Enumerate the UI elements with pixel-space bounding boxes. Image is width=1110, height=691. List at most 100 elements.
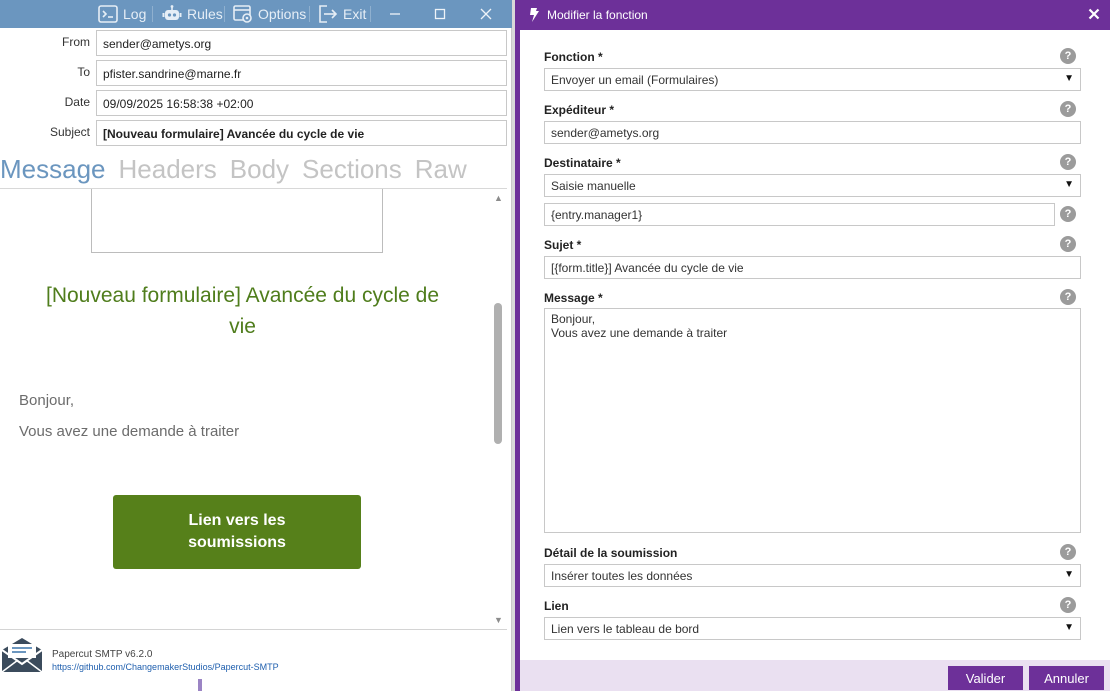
- subject-label: Subject: [49, 125, 90, 139]
- to-label: To: [77, 65, 90, 79]
- help-icon[interactable]: ?: [1060, 206, 1076, 222]
- robot-icon: [162, 5, 182, 20]
- function-icon: [530, 8, 539, 22]
- papercut-footer: Papercut SMTP v6.2.0 https://github.com/…: [0, 629, 507, 679]
- message-label: Message *: [544, 291, 603, 305]
- dialog-title: Modifier la fonction: [547, 8, 648, 22]
- close-icon: [1088, 8, 1100, 20]
- expediteur-value: sender@ametys.org: [551, 126, 660, 140]
- help-icon[interactable]: ?: [1060, 289, 1076, 305]
- sujet-input[interactable]: [{form.title}] Avancée du cycle de vie: [544, 256, 1081, 279]
- message-preview: [Nouveau formulaire] Avancée du cycle de…: [0, 189, 490, 629]
- papercut-logo-icon: [1, 638, 43, 673]
- to-row: To pfister.sandrine@marne.fr: [0, 60, 512, 86]
- subject-field[interactable]: [Nouveau formulaire] Avancée du cycle de…: [96, 120, 507, 146]
- log-label: Log: [123, 6, 147, 22]
- help-icon[interactable]: ?: [1060, 544, 1076, 560]
- lien-value: Lien vers le tableau de bord: [551, 622, 700, 636]
- detail-select[interactable]: Insérer toutes les données ▼: [544, 564, 1081, 587]
- mail-greeting: Bonjour,: [19, 392, 75, 409]
- project-link[interactable]: https://github.com/ChangemakerStudios/Pa…: [52, 662, 279, 672]
- tab-body[interactable]: Body: [230, 154, 289, 188]
- background-window-fragment: [198, 679, 202, 691]
- exit-label: Exit: [343, 6, 367, 22]
- sujet-value: [{form.title}] Avancée du cycle de vie: [551, 261, 744, 275]
- sujet-label: Sujet *: [544, 238, 582, 252]
- date-row: Date 09/09/2025 16:58:38 +02:00: [0, 90, 512, 116]
- destinataire-manual-input[interactable]: {entry.manager1}: [544, 203, 1055, 226]
- subject-row: Subject [Nouveau formulaire] Avancée du …: [0, 120, 512, 146]
- help-icon[interactable]: ?: [1060, 48, 1076, 64]
- exit-button[interactable]: Exit: [318, 4, 366, 24]
- message-textarea[interactable]: Bonjour, Vous avez une demande à traiter: [544, 308, 1081, 533]
- scroll-up-icon[interactable]: ▲: [494, 193, 503, 203]
- tab-raw[interactable]: Raw: [415, 154, 467, 188]
- cancel-button[interactable]: Annuler: [1029, 666, 1104, 690]
- tab-headers[interactable]: Headers: [119, 154, 217, 188]
- detail-value: Insérer toutes les données: [551, 569, 693, 583]
- message-tabs: Message Headers Body Sections Raw: [0, 154, 467, 188]
- mail-header-box: [91, 189, 383, 253]
- mail-body-text: Vous avez une demande à traiter: [19, 423, 240, 440]
- maximize-button[interactable]: [430, 4, 450, 24]
- toolbar-separator: [152, 6, 153, 22]
- toolbar-separator: [370, 6, 371, 22]
- toolbar-separator: [309, 6, 310, 22]
- close-dialog-button[interactable]: [1088, 5, 1100, 25]
- help-icon[interactable]: ?: [1060, 101, 1076, 117]
- help-icon[interactable]: ?: [1060, 154, 1076, 170]
- message-scrollbar[interactable]: ▲ ▼: [490, 189, 507, 629]
- help-icon[interactable]: ?: [1060, 597, 1076, 613]
- fonction-value: Envoyer un email (Formulaires): [551, 73, 719, 87]
- date-label: Date: [64, 95, 90, 109]
- dropdown-arrow-icon[interactable]: ▼: [1064, 179, 1074, 190]
- papercut-window: Log Rules Options Exit From sender@amety…: [0, 0, 512, 691]
- from-field[interactable]: sender@ametys.org: [96, 30, 507, 56]
- app-version: Papercut SMTP v6.2.0: [52, 649, 153, 660]
- expediteur-input[interactable]: sender@ametys.org: [544, 121, 1081, 144]
- lien-select[interactable]: Lien vers le tableau de bord ▼: [544, 617, 1081, 640]
- destinataire-select[interactable]: Saisie manuelle ▼: [544, 174, 1081, 197]
- tab-message[interactable]: Message: [0, 154, 106, 188]
- from-row: From sender@ametys.org: [0, 30, 512, 56]
- help-icon[interactable]: ?: [1060, 236, 1076, 252]
- submissions-link-button[interactable]: Lien vers les soumissions: [113, 495, 361, 569]
- date-field[interactable]: 09/09/2025 16:58:38 +02:00: [96, 90, 507, 116]
- exit-icon: [319, 5, 338, 23]
- maximize-icon: [434, 8, 446, 20]
- log-button[interactable]: Log: [98, 4, 146, 24]
- detail-label: Détail de la soumission: [544, 546, 678, 560]
- dialog-title-bar: Modifier la fonction: [520, 0, 1110, 30]
- destinataire-manual-value: {entry.manager1}: [551, 208, 643, 222]
- destinataire-label: Destinataire *: [544, 156, 621, 170]
- mail-title: [Nouveau formulaire] Avancée du cycle de…: [45, 284, 439, 338]
- rules-label: Rules: [187, 6, 223, 22]
- tab-sections[interactable]: Sections: [302, 154, 402, 188]
- fonction-label: Fonction *: [544, 50, 603, 64]
- modify-function-dialog: Modifier la fonction Fonction * ? Envoye…: [515, 0, 1110, 691]
- scrollbar-thumb[interactable]: [494, 303, 502, 444]
- options-label: Options: [258, 6, 307, 22]
- papercut-toolbar: Log Rules Options Exit: [0, 0, 512, 28]
- validate-button[interactable]: Valider: [948, 666, 1023, 690]
- to-field[interactable]: pfister.sandrine@marne.fr: [96, 60, 507, 86]
- dialog-footer: Valider Annuler: [520, 660, 1110, 691]
- rules-button[interactable]: Rules: [162, 4, 223, 24]
- lien-label: Lien: [544, 599, 569, 613]
- dropdown-arrow-icon[interactable]: ▼: [1064, 622, 1074, 633]
- minimize-icon: [390, 13, 400, 15]
- terminal-icon: [98, 5, 118, 23]
- dropdown-arrow-icon[interactable]: ▼: [1064, 73, 1074, 84]
- dropdown-arrow-icon[interactable]: ▼: [1064, 569, 1074, 580]
- minimize-button[interactable]: [385, 4, 405, 24]
- close-icon: [480, 8, 492, 20]
- from-label: From: [62, 35, 90, 49]
- settings-window-icon: [233, 5, 252, 23]
- expediteur-label: Expéditeur *: [544, 103, 615, 117]
- options-button[interactable]: Options: [233, 4, 306, 24]
- close-window-button[interactable]: [476, 4, 496, 24]
- scroll-down-icon[interactable]: ▼: [494, 615, 503, 625]
- fonction-select[interactable]: Envoyer un email (Formulaires) ▼: [544, 68, 1081, 91]
- toolbar-separator: [224, 6, 225, 22]
- destinataire-value: Saisie manuelle: [551, 179, 636, 193]
